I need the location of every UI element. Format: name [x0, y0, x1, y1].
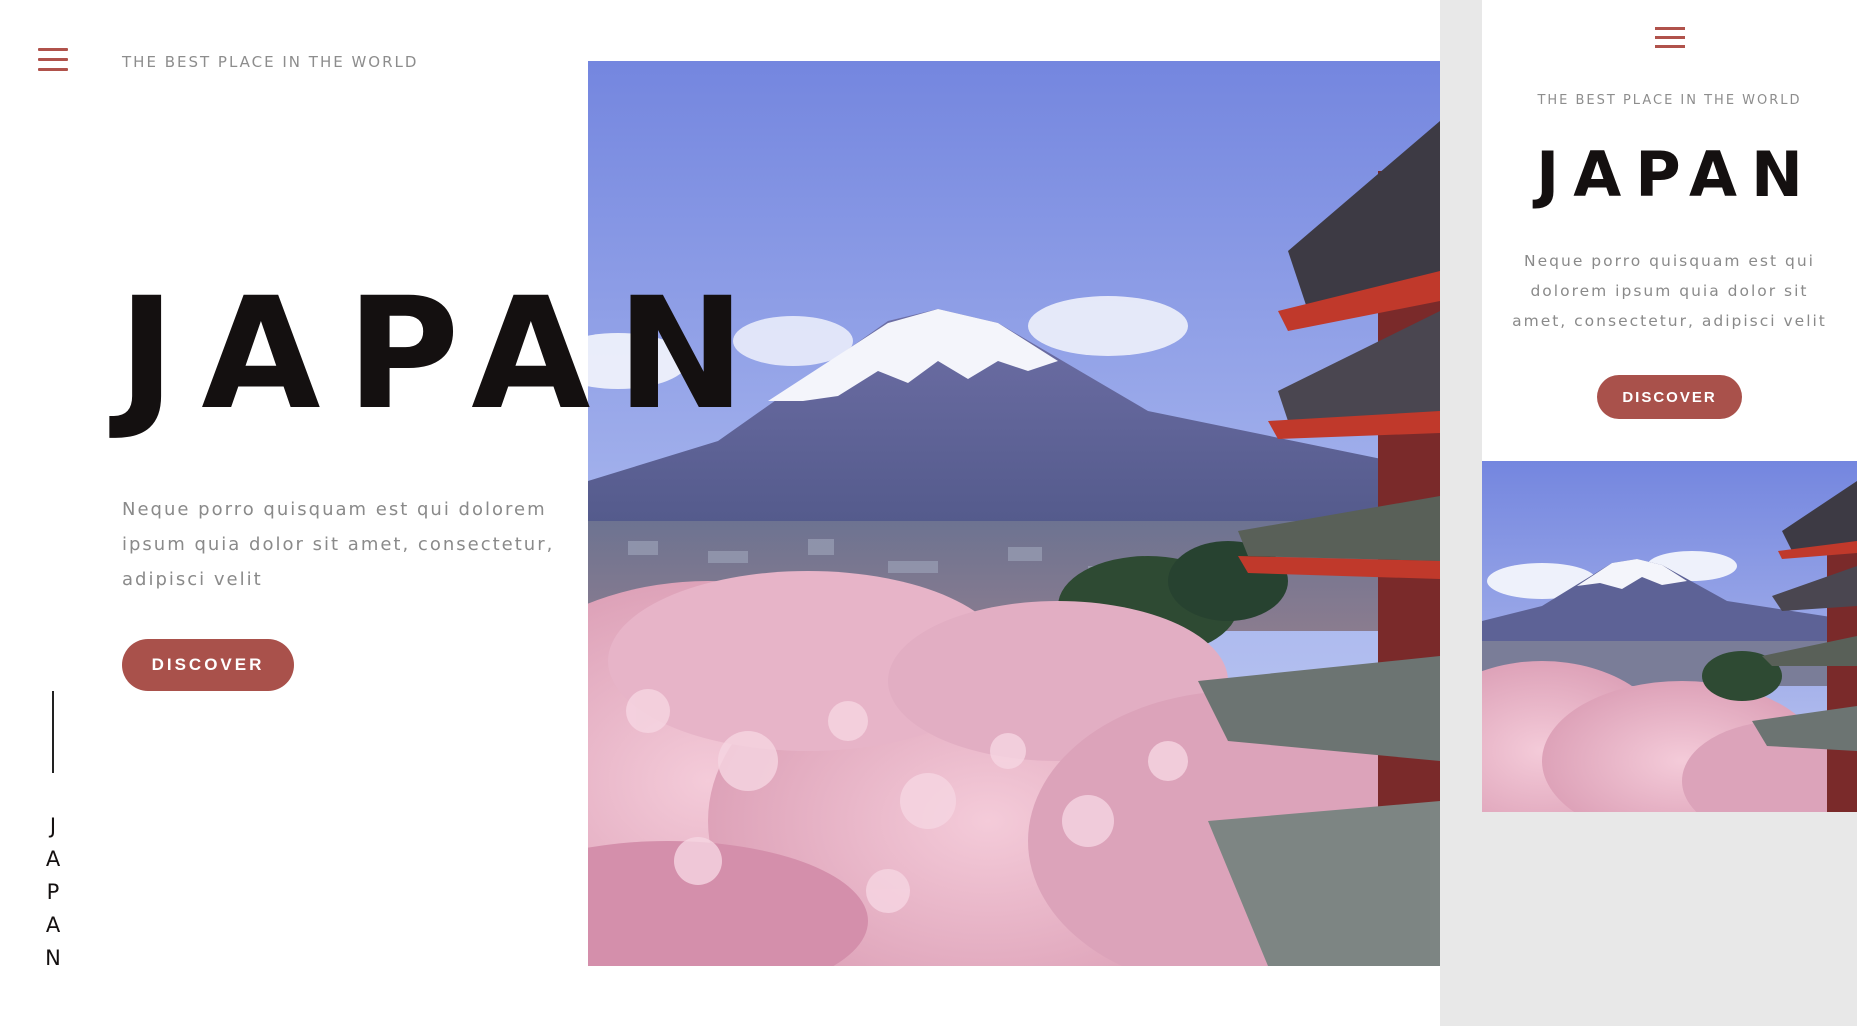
vertical-letter: P — [46, 880, 60, 904]
hero-description: Neque porro quisquam est qui dolorem ips… — [122, 499, 555, 590]
vertical-letter: A — [45, 913, 61, 937]
tagline: THE BEST PLACE IN THE WORLD — [122, 53, 419, 71]
vertical-letter: J — [49, 814, 57, 838]
mobile-tagline: THE BEST PLACE IN THE WORLD — [1537, 93, 1802, 108]
vertical-japan-text: J A P A N — [41, 810, 65, 975]
mobile-hero-photo — [1482, 461, 1857, 812]
hero-photo — [588, 61, 1440, 966]
hamburger-menu-icon[interactable] — [38, 48, 68, 72]
mobile-description: Neque porro quisquam est qui dolorem ips… — [1512, 252, 1827, 330]
vertical-letter: A — [45, 847, 61, 871]
mobile-preview: THE BEST PLACE IN THE WORLD JAPAN Neque … — [1482, 0, 1857, 812]
vertical-divider — [52, 691, 54, 773]
vertical-letter: N — [45, 946, 61, 970]
mobile-discover-button[interactable]: DISCOVER — [1597, 375, 1742, 419]
desktop-hero: THE BEST PLACE IN THE WORLD JAPAN Neque … — [0, 0, 1440, 1026]
hamburger-menu-icon[interactable] — [1655, 27, 1685, 49]
discover-button[interactable]: DISCOVER — [122, 639, 294, 691]
mobile-title: JAPAN — [1536, 138, 1817, 211]
hero-title: JAPAN — [118, 265, 772, 444]
